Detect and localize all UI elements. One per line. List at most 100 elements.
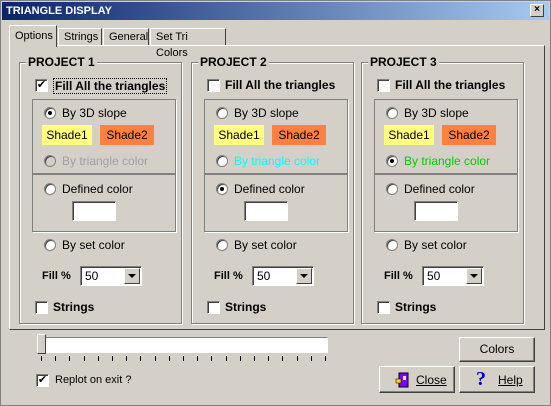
slider-tick <box>183 356 184 361</box>
title-bar: TRIANGLE DISPLAY <box>2 2 549 20</box>
project-1-defined-color-radio[interactable] <box>44 183 56 195</box>
project-1-defined-color-swatch[interactable] <box>72 201 116 221</box>
project-1-shade2-button[interactable]: Shade2 <box>100 125 154 145</box>
project-3-shade2-button[interactable]: Shade2 <box>442 125 496 145</box>
project-3-by-3d-slope-radio[interactable] <box>386 107 398 119</box>
chevron-down-icon[interactable] <box>466 268 482 284</box>
project-2-defined-color-swatch[interactable] <box>244 201 288 221</box>
close-button[interactable]: Close <box>379 366 455 393</box>
project-1-by-set-color-label: By set color <box>62 238 125 252</box>
project-3-by-set-color-label: By set color <box>404 238 467 252</box>
project-3-title: PROJECT 3 <box>368 55 439 69</box>
slider-tick <box>226 356 227 361</box>
slider-tick <box>69 356 70 361</box>
project-3-by-3d-slope-label: By 3D slope <box>404 106 469 120</box>
project-1-fill-all-checkbox[interactable]: ✔ <box>35 79 48 92</box>
project-1-group: PROJECT 1 ✔ Fill All the triangles By 3D… <box>19 55 182 324</box>
project-2-by-triangle-color-radio[interactable] <box>216 155 228 167</box>
project-1-by-triangle-color-radio[interactable] <box>44 155 56 167</box>
tab-strings[interactable]: Strings <box>58 28 102 46</box>
slider-tick <box>254 356 255 361</box>
project-1-strings-checkbox[interactable] <box>35 301 48 314</box>
slider-tick <box>197 356 198 361</box>
project-3-by-set-color-radio[interactable] <box>386 239 398 251</box>
slider-tick <box>297 356 298 361</box>
project-1-shade1-button[interactable]: Shade1 <box>42 125 92 145</box>
slider-tick <box>155 356 156 361</box>
project-1-by-set-color-radio[interactable] <box>44 239 56 251</box>
slider-tick <box>126 356 127 361</box>
slider-tick <box>55 356 56 361</box>
chevron-down-icon[interactable] <box>296 268 312 284</box>
project-3-by-triangle-color-radio[interactable] <box>386 155 398 167</box>
project-3-strings-checkbox[interactable] <box>377 301 390 314</box>
project-3-fill-select[interactable]: 50 <box>422 266 484 286</box>
project-2-strings-label: Strings <box>225 300 267 314</box>
project-3-fill-all-checkbox[interactable] <box>377 79 390 92</box>
slider-tick <box>211 356 212 361</box>
project-2-shade2-button[interactable]: Shade2 <box>272 125 326 145</box>
help-button-label: Help <box>498 373 523 387</box>
project-3-shade1-button[interactable]: Shade1 <box>384 125 434 145</box>
project-1-defined-color-label: Defined color <box>62 182 133 196</box>
tab-set-tri-colors[interactable]: Set Tri Colors <box>150 28 226 59</box>
slider-tick <box>84 356 85 361</box>
slider-tick <box>282 356 283 361</box>
slider-tick <box>41 356 42 361</box>
project-3-defined-color-radio[interactable] <box>386 183 398 195</box>
project-2-by-3d-slope-radio[interactable] <box>216 107 228 119</box>
replot-checkbox[interactable]: ✔ <box>36 374 49 387</box>
slider-tick <box>140 356 141 361</box>
project-1-by-triangle-color-label: By triangle color <box>62 154 149 168</box>
tab-options[interactable]: Options <box>9 25 57 47</box>
project-1-title: PROJECT 1 <box>26 55 97 69</box>
slider-tick <box>240 356 241 361</box>
slider-tick <box>169 356 170 361</box>
slider-tick <box>325 356 326 361</box>
project-3-defined-color-swatch[interactable] <box>414 201 458 221</box>
project-2-defined-color-radio[interactable] <box>216 183 228 195</box>
project-2-by-set-color-radio[interactable] <box>216 239 228 251</box>
project-1-fill-label: Fill % <box>42 270 71 282</box>
slider-thumb[interactable] <box>37 334 46 354</box>
help-button[interactable]: ? Help <box>459 366 535 393</box>
close-icon[interactable]: × <box>530 4 544 17</box>
close-button-label: Close <box>416 373 447 387</box>
project-1-strings-label: Strings <box>53 300 95 314</box>
slider-tick <box>268 356 269 361</box>
question-icon: ? <box>476 368 486 390</box>
slider-tick <box>98 356 99 361</box>
project-1-by-3d-slope-label: By 3D slope <box>62 106 127 120</box>
door-exit-icon <box>395 372 409 388</box>
project-2-defined-color-label: Defined color <box>234 182 305 196</box>
project-3-by-triangle-color-label: By triangle color <box>404 154 491 168</box>
tab-general[interactable]: General <box>103 28 149 46</box>
window-title: TRIANGLE DISPLAY <box>6 5 112 17</box>
project-1-by-3d-slope-radio[interactable] <box>44 107 56 119</box>
project-3-fill-label: Fill % <box>384 270 413 282</box>
project-2-fill-label: Fill % <box>214 270 243 282</box>
project-2-fill-select[interactable]: 50 <box>252 266 314 286</box>
project-3-defined-color-label: Defined color <box>404 182 475 196</box>
project-2-title: PROJECT 2 <box>198 55 269 69</box>
project-2-fill-all-checkbox[interactable] <box>207 79 220 92</box>
project-1-fill-value: 50 <box>85 269 99 283</box>
project-2-strings-checkbox[interactable] <box>207 301 220 314</box>
project-2-fill-all-label: Fill All the triangles <box>225 78 336 92</box>
slider-tick <box>112 356 113 361</box>
project-3-strings-label: Strings <box>395 300 437 314</box>
project-2-fill-value: 50 <box>257 269 271 283</box>
project-1-fill-all-label: Fill All the triangles <box>53 78 168 94</box>
timeline-slider-track[interactable] <box>40 337 328 353</box>
project-3-fill-all-label: Fill All the triangles <box>395 78 506 92</box>
project-2-group: PROJECT 2 Fill All the triangles By 3D s… <box>191 55 354 324</box>
project-1-fill-select[interactable]: 50 <box>80 266 142 286</box>
project-3-fill-value: 50 <box>427 269 441 283</box>
colors-button[interactable]: Colors <box>459 337 535 362</box>
chevron-down-icon[interactable] <box>124 268 140 284</box>
project-2-shade1-button[interactable]: Shade1 <box>214 125 264 145</box>
project-2-by-triangle-color-label: By triangle color <box>234 154 321 168</box>
project-2-by-3d-slope-label: By 3D slope <box>234 106 299 120</box>
project-2-by-set-color-label: By set color <box>234 238 297 252</box>
slider-tick <box>311 356 312 361</box>
